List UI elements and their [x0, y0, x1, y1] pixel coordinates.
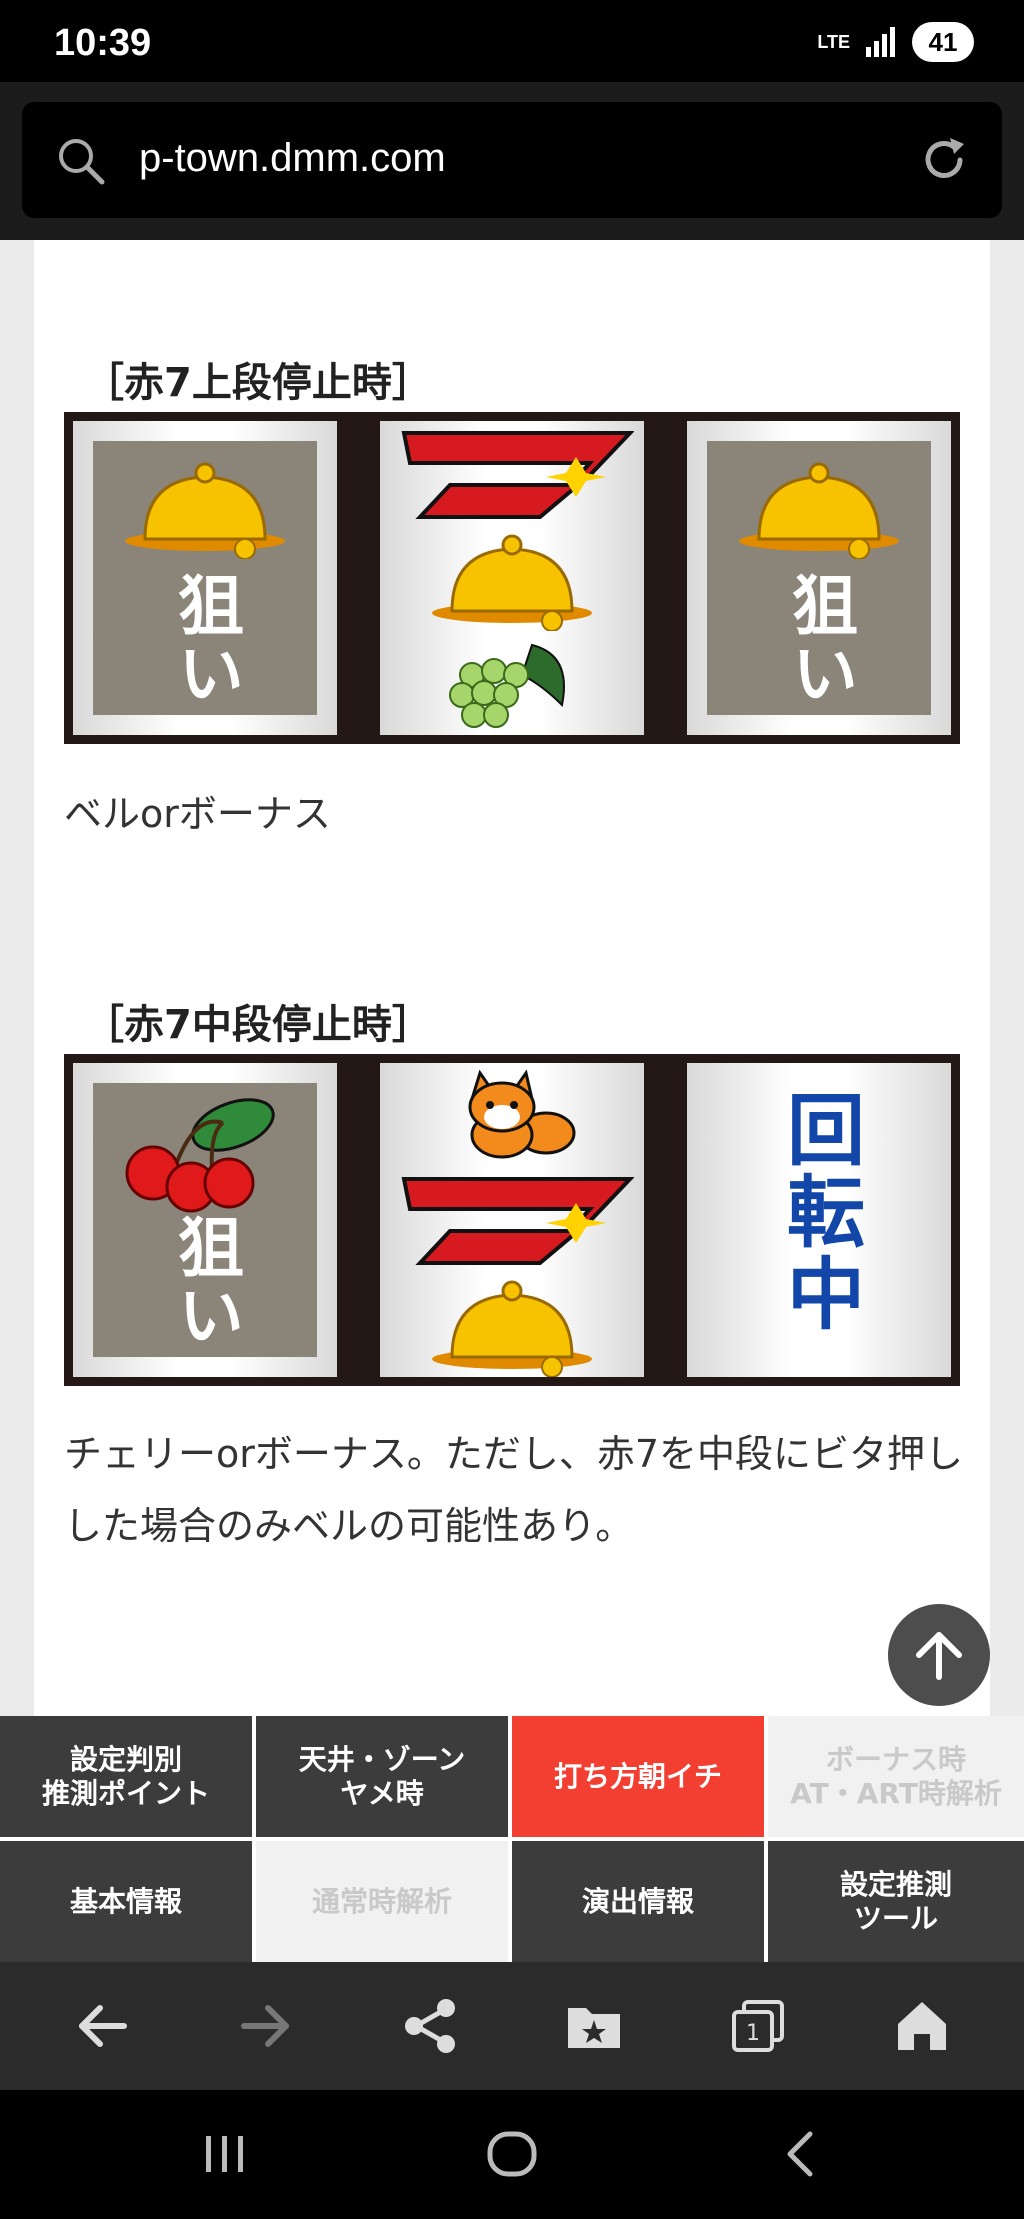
tab-effects-info[interactable]: 演出情報: [512, 1841, 764, 1962]
reel-center: [380, 1063, 644, 1377]
red-seven-icon: [401, 1177, 634, 1265]
url-field[interactable]: p-town.dmm.com: [22, 102, 1002, 218]
svg-text:1: 1: [746, 2021, 760, 2046]
target-zone: 狙い: [93, 1083, 317, 1357]
reload-icon[interactable]: [916, 132, 972, 188]
status-icons: LTE 41: [817, 22, 974, 62]
tab-normal-analysis[interactable]: 通常時解析: [256, 1841, 508, 1962]
aim-label: 狙い: [167, 1213, 244, 1349]
home-circle-icon[interactable]: [484, 2126, 540, 2182]
cherry-icon: [125, 1098, 275, 1213]
target-zone: 狙い: [707, 441, 931, 715]
tab-ceiling-zone[interactable]: 天井・ゾーン ヤメ時: [256, 1716, 508, 1837]
network-type: LTE: [817, 32, 850, 52]
section-description-upper: ベルorボーナス: [64, 792, 331, 836]
target-zone: 狙い: [93, 441, 317, 715]
share-icon: [405, 1999, 455, 2053]
arrow-left-icon: [79, 2005, 127, 2047]
forward-button[interactable]: [230, 1990, 302, 2062]
reel-center: [380, 421, 644, 735]
recent-apps-icon[interactable]: [200, 2126, 250, 2182]
scroll-to-top-button[interactable]: [888, 1604, 990, 1706]
reel-left: 狙い: [73, 421, 337, 735]
reel-left: 狙い: [73, 1063, 337, 1377]
reel-right: 狙い: [687, 421, 951, 735]
article-tab-menu: 設定判別 推測ポイント 天井・ゾーン ヤメ時 打ち方朝イチ ボーナス時 AT・A…: [0, 1716, 1024, 1962]
tab-bonus-analysis[interactable]: ボーナス時 AT・ART時解析: [768, 1716, 1024, 1837]
status-time: 10:39: [54, 22, 152, 64]
tab-setting-judgment[interactable]: 設定判別 推測ポイント: [0, 1716, 252, 1837]
reel-diagram-middle: 狙い 回転中: [64, 1054, 960, 1386]
browser-address-bar: p-town.dmm.com: [0, 82, 1024, 240]
section-title-upper: ［赤7上段停止時］: [84, 360, 432, 406]
aim-label: 狙い: [781, 571, 858, 707]
bell-icon: [432, 534, 592, 631]
spinning-label: 回転中: [774, 1089, 864, 1335]
url-text: p-town.dmm.com: [139, 136, 446, 180]
status-bar: 10:39 LTE 41: [0, 0, 1024, 82]
bell-icon: [432, 1280, 592, 1377]
bookmark-folder-icon: [568, 2008, 620, 2048]
aim-label: 狙い: [167, 571, 244, 707]
reel-right: 回転中: [687, 1063, 951, 1377]
system-back-icon[interactable]: [772, 2126, 828, 2182]
tab-basic-info[interactable]: 基本情報: [0, 1841, 252, 1962]
section-description-middle: チェリーorボーナス。ただし、赤7を中段にビタ押しした場合のみベルの可能性あり。: [64, 1432, 964, 1548]
fox-icon: [468, 1069, 576, 1159]
home-icon: [898, 2002, 946, 2050]
tabs-icon: 1: [732, 2000, 784, 2052]
search-icon: [59, 139, 105, 185]
tab-how-to-play[interactable]: 打ち方朝イチ: [512, 1716, 764, 1837]
page-content: ［赤7上段停止時］ 狙い 狙い ベルorボーナス ［赤7中段停止時］ 狙い 回転…: [0, 240, 1024, 1716]
section-title-middle: ［赤7中段停止時］: [84, 1002, 432, 1048]
tabs-button[interactable]: 1: [722, 1990, 794, 2062]
share-button[interactable]: [394, 1990, 466, 2062]
browser-toolbar: 1: [0, 1962, 1024, 2090]
bell-icon: [125, 462, 285, 559]
bookmarks-button[interactable]: [558, 1990, 630, 2062]
grape-icon: [449, 643, 565, 728]
back-button[interactable]: [66, 1990, 138, 2062]
bell-icon: [739, 462, 899, 559]
tab-setting-tool[interactable]: 設定推測 ツール: [768, 1841, 1024, 1962]
article: ［赤7上段停止時］ 狙い 狙い ベルorボーナス ［赤7中段停止時］ 狙い 回転…: [34, 240, 990, 1716]
arrow-right-icon: [241, 2005, 289, 2047]
signal-icon: [866, 27, 895, 57]
battery-indicator: 41: [912, 22, 974, 62]
home-button[interactable]: [886, 1990, 958, 2062]
arrow-up-icon: [916, 1632, 962, 1680]
red-seven-icon: [401, 431, 634, 519]
reel-diagram-upper: 狙い 狙い: [64, 412, 960, 744]
system-navigation-bar: [0, 2090, 1024, 2219]
